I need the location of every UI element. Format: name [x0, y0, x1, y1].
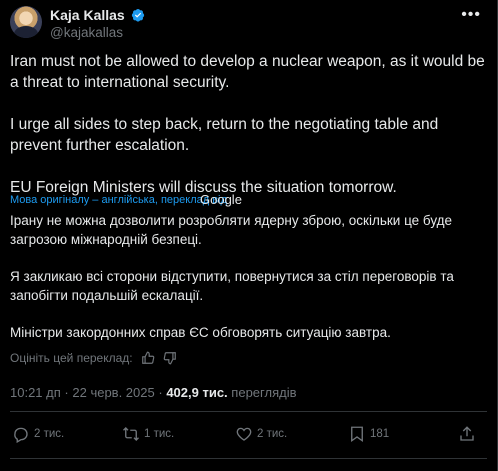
google-logo: Google [200, 192, 242, 207]
tweet-paragraph: Iran must not be allowed to develop a nu… [10, 53, 485, 91]
translated-paragraph: Я закликаю всі сторони відступити, повер… [10, 269, 454, 303]
repost-icon [123, 427, 139, 441]
divider [10, 411, 487, 412]
reply-icon [14, 427, 28, 443]
tweet-detail: Kaja Kallas @kajakallas ••• Iran must no… [0, 0, 498, 471]
translated-paragraph: Міністри закордонних справ ЄС обговорять… [10, 325, 391, 340]
thumbs-up-icon[interactable] [141, 351, 155, 365]
share-icon [460, 426, 474, 441]
like-button[interactable]: 2 тис. [235, 425, 287, 443]
rate-translation-label: Оцініть цей переклад: [10, 351, 133, 365]
meta-separator: · [64, 385, 69, 400]
verified-badge-icon [131, 9, 145, 22]
reply-count: 2 тис. [34, 428, 65, 440]
more-horizontal-icon[interactable]: ••• [461, 6, 481, 24]
translated-paragraph: Ірану не можна дозволити розробляти ядер… [10, 213, 453, 247]
heart-icon [236, 427, 252, 441]
divider [10, 458, 487, 459]
views-count: 402,9 тис. [166, 385, 228, 400]
tweet-text: Iran must not be allowed to develop a nu… [10, 51, 488, 198]
tweet-paragraph: I urge all sides to step back, return to… [10, 116, 439, 154]
reply-button[interactable]: 2 тис. [12, 425, 64, 443]
author-handle[interactable]: @kajakallas [50, 25, 123, 40]
thumbs-down-icon[interactable] [163, 351, 177, 365]
author-name[interactable]: Kaja Kallas [50, 7, 125, 23]
tweet-time[interactable]: 10:21 дп [10, 385, 61, 400]
translation-source-label[interactable]: Мова оригіналу – англійська, переклад ві… [10, 194, 227, 206]
like-count: 2 тис. [257, 428, 288, 440]
share-button[interactable] [458, 425, 480, 443]
tweet-meta: 10:21 дп · 22 черв. 2025 · 402,9 тис. пе… [10, 385, 297, 400]
avatar[interactable] [10, 6, 42, 38]
repost-button[interactable]: 1 тис. [122, 425, 174, 443]
action-bar: 2 тис. 1 тис. 2 тис. 181 [10, 425, 487, 447]
tweet-header: Kaja Kallas @kajakallas ••• [10, 6, 487, 40]
repost-count: 1 тис. [144, 428, 175, 440]
bookmark-button[interactable]: 181 [348, 425, 389, 443]
meta-separator: · [158, 385, 163, 400]
bookmark-icon [351, 426, 363, 443]
translated-text: Ірану не можна дозволити розробляти ядер… [10, 211, 488, 360]
rate-translation: Оцініть цей переклад: [10, 351, 177, 365]
bookmark-count: 181 [370, 428, 390, 440]
views-label: переглядів [231, 385, 297, 400]
tweet-date[interactable]: 22 черв. 2025 [72, 385, 154, 400]
